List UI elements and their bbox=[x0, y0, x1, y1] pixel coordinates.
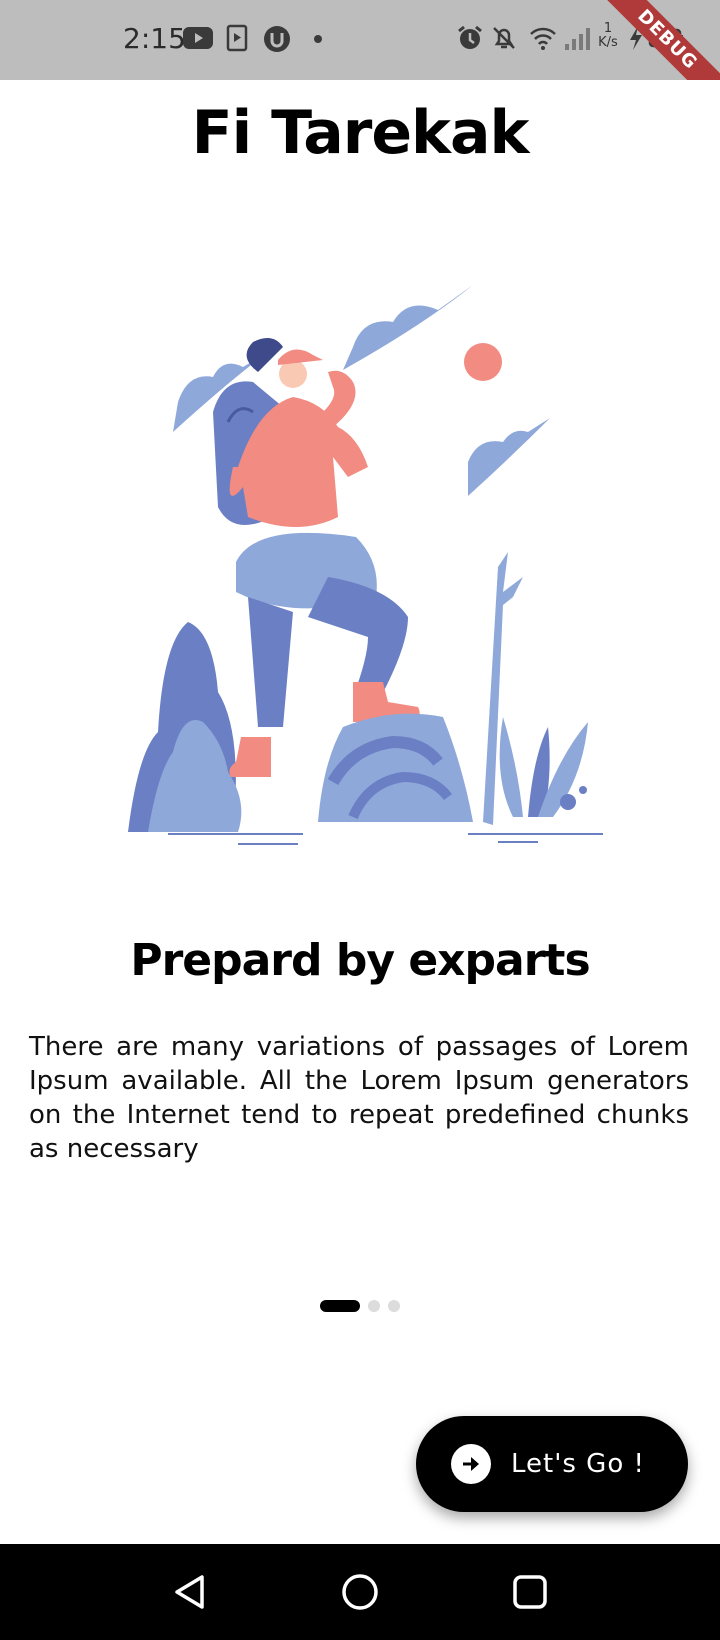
status-time: 2:15 bbox=[123, 22, 186, 55]
onboarding-heading: Prepard by exparts bbox=[130, 935, 590, 986]
media-icon bbox=[226, 24, 248, 52]
page-indicator bbox=[0, 1300, 720, 1312]
recents-icon[interactable] bbox=[510, 1572, 550, 1612]
bell-off-icon bbox=[493, 27, 515, 49]
network-speed-unit: K/s bbox=[598, 35, 618, 50]
page-dot[interactable] bbox=[388, 1300, 400, 1312]
notification-dot-icon bbox=[314, 35, 322, 43]
youtube-icon bbox=[183, 27, 213, 49]
lets-go-button[interactable]: Let's Go ! bbox=[416, 1416, 688, 1512]
page-dot-active[interactable] bbox=[320, 1300, 360, 1312]
onboarding-description: There are many variations of passages of… bbox=[29, 1032, 689, 1164]
arrow-right-icon bbox=[451, 1444, 491, 1484]
alarm-icon bbox=[458, 25, 482, 49]
shield-icon bbox=[264, 26, 290, 52]
network-speed-value: 1 bbox=[603, 21, 613, 36]
navigation-bar bbox=[0, 1544, 720, 1640]
hiker-illustration bbox=[128, 285, 603, 845]
home-icon[interactable] bbox=[340, 1572, 380, 1612]
status-bar: 2:15 1 K/s DEBUG bbox=[0, 0, 720, 80]
page-dot[interactable] bbox=[368, 1300, 380, 1312]
back-icon[interactable] bbox=[170, 1572, 210, 1612]
wifi-icon bbox=[530, 27, 556, 50]
network-speed: 1 K/s bbox=[596, 22, 620, 50]
lets-go-label: Let's Go ! bbox=[511, 1449, 645, 1479]
app-title: Fi Tarekak bbox=[191, 98, 530, 168]
signal-icon bbox=[565, 28, 590, 50]
